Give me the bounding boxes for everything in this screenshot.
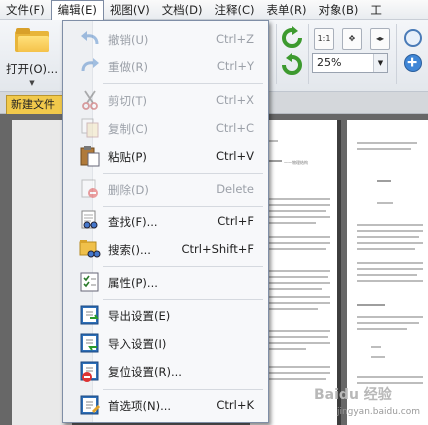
preferences-icon: [79, 394, 101, 416]
menu-item-find[interactable]: 查找(F)... Ctrl+F: [63, 209, 268, 233]
menu-item-label: 搜索()...: [108, 243, 151, 257]
menu-item-shortcut: Ctrl+F: [217, 214, 254, 228]
menu-item-properties[interactable]: 属性(P)...: [63, 270, 268, 294]
rotate-clockwise-icon[interactable]: [280, 26, 304, 50]
fit-page-button[interactable]: ✥: [342, 28, 362, 50]
reset-settings-icon: [79, 360, 101, 382]
menu-edit[interactable]: 编辑(E): [50, 0, 104, 21]
menu-item-label: 剪切(T): [108, 94, 147, 108]
menu-item-label: 重做(R): [108, 60, 148, 74]
menu-item-label: 首选项(N)...: [108, 399, 172, 413]
menu-item-shortcut: Ctrl+Shift+F: [181, 242, 255, 256]
search-folder-icon: [79, 238, 101, 260]
watermark-text: jingyan.baidu.com: [336, 407, 420, 417]
menu-file[interactable]: 文件(F): [0, 0, 51, 20]
menu-item-label: 删除(D): [108, 183, 149, 197]
fit-width-button[interactable]: ◂▸: [370, 28, 390, 50]
menu-item-shortcut: Delete: [216, 182, 254, 196]
menu-tools[interactable]: 工: [364, 0, 388, 20]
folder-icon: [15, 28, 49, 52]
watermark: Baidu 经验 jingyan.baidu.com: [312, 384, 424, 420]
menu-item-label: 导入设置(I): [108, 337, 167, 351]
tab-new-document[interactable]: 新建文件: [6, 95, 68, 114]
menu-separator: [103, 206, 263, 207]
import-settings-icon: [79, 332, 101, 354]
properties-icon: [79, 271, 101, 293]
menu-separator: [103, 389, 263, 390]
menu-separator: [103, 299, 263, 300]
open-button[interactable]: 打开(O)... ▼: [4, 26, 60, 88]
menu-item-paste[interactable]: 粘贴(P) Ctrl+V: [63, 144, 268, 168]
menu-item-shortcut: Ctrl+V: [216, 149, 254, 163]
toolbar-separator: [396, 24, 397, 84]
menu-item-delete[interactable]: 删除(D) Delete: [63, 177, 268, 201]
menu-item-preferences[interactable]: 首选项(N)... Ctrl+K: [63, 393, 268, 417]
menu-item-label: 粘贴(P): [108, 150, 147, 164]
page-gap: [337, 120, 341, 425]
copy-icon: [79, 117, 101, 139]
menu-item-label: 撤销(U): [108, 33, 149, 47]
chevron-down-icon[interactable]: ▼: [4, 79, 60, 87]
menu-item-label: 查找(F)...: [108, 215, 158, 229]
menu-form[interactable]: 表单(R): [261, 0, 313, 20]
menu-separator: [103, 173, 263, 174]
redo-icon: [79, 55, 101, 77]
chevron-down-icon[interactable]: ▼: [373, 54, 387, 72]
toolbar-separator: [308, 24, 309, 84]
actual-size-button[interactable]: 1:1: [314, 28, 334, 50]
delete-icon: [79, 178, 101, 200]
menu-object[interactable]: 对象(B): [313, 0, 365, 20]
menu-item-label: 复位设置(R)...: [108, 365, 182, 379]
menu-item-undo[interactable]: 撤销(U) Ctrl+Z: [63, 27, 268, 51]
edit-menu-dropdown: 撤销(U) Ctrl+Z 重做(R) Ctrl+Y 剪切(T) Ctrl+X 复…: [62, 20, 269, 423]
menu-item-shortcut: Ctrl+X: [216, 93, 254, 107]
zoom-plus-icon[interactable]: [404, 54, 422, 72]
menu-item-search[interactable]: 搜索()... Ctrl+Shift+F: [63, 237, 268, 261]
menu-item-label: 复制(C): [108, 122, 149, 136]
paste-icon: [79, 145, 101, 167]
page-heading: 一一物理结构: [284, 160, 308, 165]
menu-item-redo[interactable]: 重做(R) Ctrl+Y: [63, 54, 268, 78]
menu-item-shortcut: Ctrl+C: [215, 121, 254, 135]
menu-item-shortcut: Ctrl+K: [216, 398, 254, 412]
menu-item-copy[interactable]: 复制(C) Ctrl+C: [63, 116, 268, 140]
menu-item-shortcut: Ctrl+Y: [216, 59, 254, 73]
menu-item-shortcut: Ctrl+Z: [216, 32, 254, 46]
rotate-counterclockwise-icon[interactable]: [280, 53, 304, 77]
zoom-value: 25%: [317, 56, 342, 69]
menu-view[interactable]: 视图(V): [104, 0, 156, 20]
menu-separator: [103, 83, 263, 84]
undo-icon: [79, 28, 101, 50]
menu-separator: [103, 266, 263, 267]
zoom-select[interactable]: 25% ▼: [312, 53, 388, 73]
menu-item-export-settings[interactable]: 导出设置(E): [63, 303, 268, 327]
menu-comment[interactable]: 注释(C): [209, 0, 261, 20]
export-settings-icon: [79, 304, 101, 326]
cut-icon: [79, 89, 101, 111]
watermark-logo: Baidu 经验: [314, 387, 392, 403]
find-icon: [79, 210, 101, 232]
menu-item-cut[interactable]: 剪切(T) Ctrl+X: [63, 88, 268, 112]
menu-item-reset-settings[interactable]: 复位设置(R)...: [63, 359, 268, 383]
menu-item-label: 导出设置(E): [108, 309, 171, 323]
menu-document[interactable]: 文档(D): [156, 0, 209, 20]
menu-item-import-settings[interactable]: 导入设置(I): [63, 331, 268, 355]
toolbar-separator: [276, 24, 277, 84]
zoom-in-tool-icon[interactable]: [404, 29, 422, 47]
menu-item-label: 属性(P)...: [108, 276, 158, 290]
document-page: [347, 120, 428, 425]
open-button-label: 打开(O)...: [6, 62, 58, 76]
menu-bar: 文件(F) 编辑(E) 视图(V) 文档(D) 注释(C) 表单(R) 对象(B…: [0, 0, 428, 21]
